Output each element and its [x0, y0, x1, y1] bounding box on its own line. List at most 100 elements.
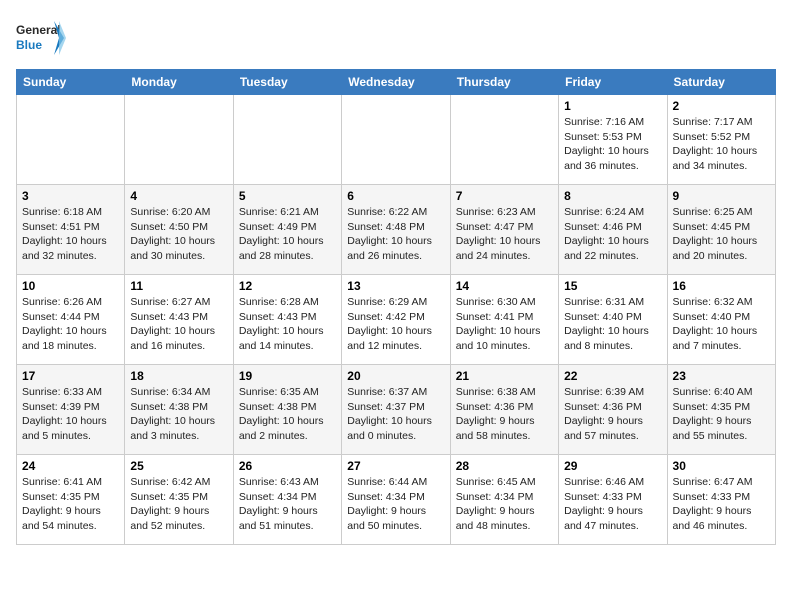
calendar-cell: 22 Sunrise: 6:39 AM Sunset: 4:36 PM Dayli… [559, 365, 667, 455]
calendar-cell: 24Sunrise: 6:41 AM Sunset: 4:35 PM Dayli… [17, 455, 125, 545]
weekday-header-wednesday: Wednesday [342, 70, 450, 95]
day-number: 25 [130, 459, 227, 473]
calendar-cell: 26 Sunrise: 6:43 AM Sunset: 4:34 PM Dayli… [233, 455, 341, 545]
day-info: Sunrise: 6:45 AM Sunset: 4:34 PM Dayligh… [456, 475, 553, 534]
calendar-cell: 30 Sunrise: 6:47 AM Sunset: 4:33 PM Dayli… [667, 455, 775, 545]
calendar-cell: 10 Sunrise: 6:26 AM Sunset: 4:44 PM Dayli… [17, 275, 125, 365]
calendar-cell: 17 Sunrise: 6:33 AM Sunset: 4:39 PM Dayli… [17, 365, 125, 455]
day-info: Sunrise: 6:25 AM Sunset: 4:45 PM Dayligh… [673, 205, 770, 264]
calendar-cell: 13 Sunrise: 6:29 AM Sunset: 4:42 PM Dayli… [342, 275, 450, 365]
svg-text:Blue: Blue [16, 38, 42, 52]
day-info: Sunrise: 6:32 AM Sunset: 4:40 PM Dayligh… [673, 295, 770, 354]
day-number: 26 [239, 459, 336, 473]
day-info: Sunrise: 6:23 AM Sunset: 4:47 PM Dayligh… [456, 205, 553, 264]
day-info: Sunrise: 6:35 AM Sunset: 4:38 PM Dayligh… [239, 385, 336, 444]
logo-icon: GeneralBlue [16, 16, 66, 61]
day-number: 13 [347, 279, 444, 293]
day-info: Sunrise: 6:42 AM Sunset: 4:35 PM Dayligh… [130, 475, 227, 534]
calendar-table: SundayMondayTuesdayWednesdayThursdayFrid… [16, 69, 776, 545]
calendar-cell: 18 Sunrise: 6:34 AM Sunset: 4:38 PM Dayli… [125, 365, 233, 455]
day-info: Sunrise: 6:44 AM Sunset: 4:34 PM Dayligh… [347, 475, 444, 534]
svg-text:General: General [16, 23, 61, 37]
week-row-0: 1 Sunrise: 7:16 AM Sunset: 5:53 PM Daylig… [17, 95, 776, 185]
day-info: Sunrise: 7:17 AM Sunset: 5:52 PM Dayligh… [673, 115, 770, 174]
day-info: Sunrise: 6:34 AM Sunset: 4:38 PM Dayligh… [130, 385, 227, 444]
calendar-cell: 14 Sunrise: 6:30 AM Sunset: 4:41 PM Dayli… [450, 275, 558, 365]
day-info: Sunrise: 6:21 AM Sunset: 4:49 PM Dayligh… [239, 205, 336, 264]
calendar-cell: 9Sunrise: 6:25 AM Sunset: 4:45 PM Daylig… [667, 185, 775, 275]
day-number: 16 [673, 279, 770, 293]
day-info: Sunrise: 6:47 AM Sunset: 4:33 PM Dayligh… [673, 475, 770, 534]
day-info: Sunrise: 6:26 AM Sunset: 4:44 PM Dayligh… [22, 295, 119, 354]
day-number: 15 [564, 279, 661, 293]
day-number: 23 [673, 369, 770, 383]
day-number: 7 [456, 189, 553, 203]
day-number: 1 [564, 99, 661, 113]
day-info: Sunrise: 7:16 AM Sunset: 5:53 PM Dayligh… [564, 115, 661, 174]
calendar-cell: 11Sunrise: 6:27 AM Sunset: 4:43 PM Dayli… [125, 275, 233, 365]
day-number: 4 [130, 189, 227, 203]
day-number: 6 [347, 189, 444, 203]
calendar-cell [342, 95, 450, 185]
week-row-1: 3Sunrise: 6:18 AM Sunset: 4:51 PM Daylig… [17, 185, 776, 275]
calendar-cell: 21 Sunrise: 6:38 AM Sunset: 4:36 PM Dayli… [450, 365, 558, 455]
day-number: 21 [456, 369, 553, 383]
calendar-cell [125, 95, 233, 185]
calendar-cell: 19 Sunrise: 6:35 AM Sunset: 4:38 PM Dayli… [233, 365, 341, 455]
calendar-cell [450, 95, 558, 185]
day-number: 5 [239, 189, 336, 203]
day-info: Sunrise: 6:46 AM Sunset: 4:33 PM Dayligh… [564, 475, 661, 534]
day-number: 30 [673, 459, 770, 473]
day-number: 22 [564, 369, 661, 383]
day-info: Sunrise: 6:20 AM Sunset: 4:50 PM Dayligh… [130, 205, 227, 264]
day-info: Sunrise: 6:39 AM Sunset: 4:36 PM Dayligh… [564, 385, 661, 444]
calendar-cell [17, 95, 125, 185]
calendar-cell: 8Sunrise: 6:24 AM Sunset: 4:46 PM Daylig… [559, 185, 667, 275]
calendar-cell [233, 95, 341, 185]
day-info: Sunrise: 6:24 AM Sunset: 4:46 PM Dayligh… [564, 205, 661, 264]
day-info: Sunrise: 6:38 AM Sunset: 4:36 PM Dayligh… [456, 385, 553, 444]
day-number: 27 [347, 459, 444, 473]
day-info: Sunrise: 6:41 AM Sunset: 4:35 PM Dayligh… [22, 475, 119, 534]
week-row-4: 24Sunrise: 6:41 AM Sunset: 4:35 PM Dayli… [17, 455, 776, 545]
calendar-cell: 4 Sunrise: 6:20 AM Sunset: 4:50 PM Daylig… [125, 185, 233, 275]
day-number: 14 [456, 279, 553, 293]
calendar-cell: 28 Sunrise: 6:45 AM Sunset: 4:34 PM Dayli… [450, 455, 558, 545]
calendar-cell: 5 Sunrise: 6:21 AM Sunset: 4:49 PM Daylig… [233, 185, 341, 275]
weekday-header-sunday: Sunday [17, 70, 125, 95]
day-number: 2 [673, 99, 770, 113]
weekday-header-row: SundayMondayTuesdayWednesdayThursdayFrid… [17, 70, 776, 95]
day-info: Sunrise: 6:27 AM Sunset: 4:43 PM Dayligh… [130, 295, 227, 354]
calendar-cell: 29Sunrise: 6:46 AM Sunset: 4:33 PM Dayli… [559, 455, 667, 545]
day-number: 3 [22, 189, 119, 203]
day-number: 28 [456, 459, 553, 473]
weekday-header-saturday: Saturday [667, 70, 775, 95]
calendar-cell: 3Sunrise: 6:18 AM Sunset: 4:51 PM Daylig… [17, 185, 125, 275]
day-number: 12 [239, 279, 336, 293]
day-number: 19 [239, 369, 336, 383]
day-info: Sunrise: 6:28 AM Sunset: 4:43 PM Dayligh… [239, 295, 336, 354]
day-info: Sunrise: 6:37 AM Sunset: 4:37 PM Dayligh… [347, 385, 444, 444]
calendar-cell: 16 Sunrise: 6:32 AM Sunset: 4:40 PM Dayli… [667, 275, 775, 365]
day-info: Sunrise: 6:30 AM Sunset: 4:41 PM Dayligh… [456, 295, 553, 354]
day-info: Sunrise: 6:22 AM Sunset: 4:48 PM Dayligh… [347, 205, 444, 264]
day-info: Sunrise: 6:40 AM Sunset: 4:35 PM Dayligh… [673, 385, 770, 444]
day-info: Sunrise: 6:43 AM Sunset: 4:34 PM Dayligh… [239, 475, 336, 534]
calendar-cell: 6 Sunrise: 6:22 AM Sunset: 4:48 PM Daylig… [342, 185, 450, 275]
week-row-2: 10 Sunrise: 6:26 AM Sunset: 4:44 PM Dayli… [17, 275, 776, 365]
day-number: 10 [22, 279, 119, 293]
day-info: Sunrise: 6:29 AM Sunset: 4:42 PM Dayligh… [347, 295, 444, 354]
calendar-cell: 7 Sunrise: 6:23 AM Sunset: 4:47 PM Daylig… [450, 185, 558, 275]
calendar-cell: 25 Sunrise: 6:42 AM Sunset: 4:35 PM Dayli… [125, 455, 233, 545]
day-number: 17 [22, 369, 119, 383]
weekday-header-monday: Monday [125, 70, 233, 95]
calendar-cell: 23 Sunrise: 6:40 AM Sunset: 4:35 PM Dayli… [667, 365, 775, 455]
header: GeneralBlue [16, 16, 776, 61]
day-number: 18 [130, 369, 227, 383]
calendar-cell: 20Sunrise: 6:37 AM Sunset: 4:37 PM Dayli… [342, 365, 450, 455]
day-info: Sunrise: 6:33 AM Sunset: 4:39 PM Dayligh… [22, 385, 119, 444]
calendar-cell: 27 Sunrise: 6:44 AM Sunset: 4:34 PM Dayli… [342, 455, 450, 545]
weekday-header-friday: Friday [559, 70, 667, 95]
logo: GeneralBlue [16, 16, 66, 61]
day-info: Sunrise: 6:31 AM Sunset: 4:40 PM Dayligh… [564, 295, 661, 354]
